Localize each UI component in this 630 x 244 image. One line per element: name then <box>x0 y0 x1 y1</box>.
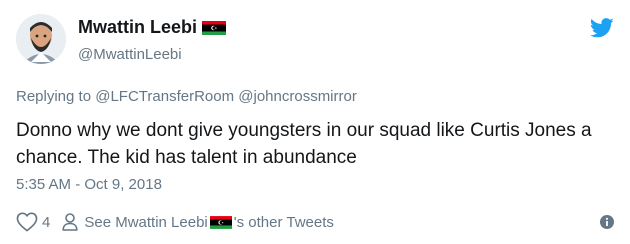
replying-to: Replying to @LFCTransferRoom @johncrossm… <box>16 88 357 105</box>
see-other-tweets-link[interactable]: See Mwattin Leebi 's other Tweets <box>62 213 334 231</box>
tweet-timestamp[interactable]: 5:35 AM - Oct 9, 2018 <box>16 176 162 193</box>
user-name-row: Mwattin Leebi <box>78 17 227 38</box>
mention-link[interactable]: @LFCTransferRoom <box>95 88 234 105</box>
libya-flag-icon <box>209 215 232 229</box>
heart-outline-icon <box>16 212 38 232</box>
tweet-card: Mwattin Leebi @MwattinLeebi Replying to … <box>0 0 630 244</box>
avatar[interactable] <box>16 14 66 64</box>
info-icon[interactable] <box>600 215 614 229</box>
twitter-bird-icon[interactable] <box>589 18 614 43</box>
see-other-tweets-text: See Mwattin Leebi 's other Tweets <box>84 214 334 231</box>
display-name[interactable]: Mwattin Leebi <box>78 17 197 38</box>
like-count: 4 <box>42 213 51 231</box>
tweet-text: Donno why we dont give youngsters in our… <box>16 120 592 168</box>
person-icon <box>62 213 78 231</box>
tweet-actions: 4 See Mwattin Leebi 's other Tweets <box>16 210 616 234</box>
replying-prefix: Replying to <box>16 88 92 105</box>
see-other-prefix: See Mwattin Leebi <box>84 213 208 231</box>
like-button[interactable]: 4 <box>16 212 50 232</box>
mention-link[interactable]: @johncrossmirror <box>238 88 357 105</box>
user-handle[interactable]: @MwattinLeebi <box>78 46 182 63</box>
libya-flag-icon <box>202 20 227 35</box>
see-other-suffix: 's other Tweets <box>233 213 334 231</box>
